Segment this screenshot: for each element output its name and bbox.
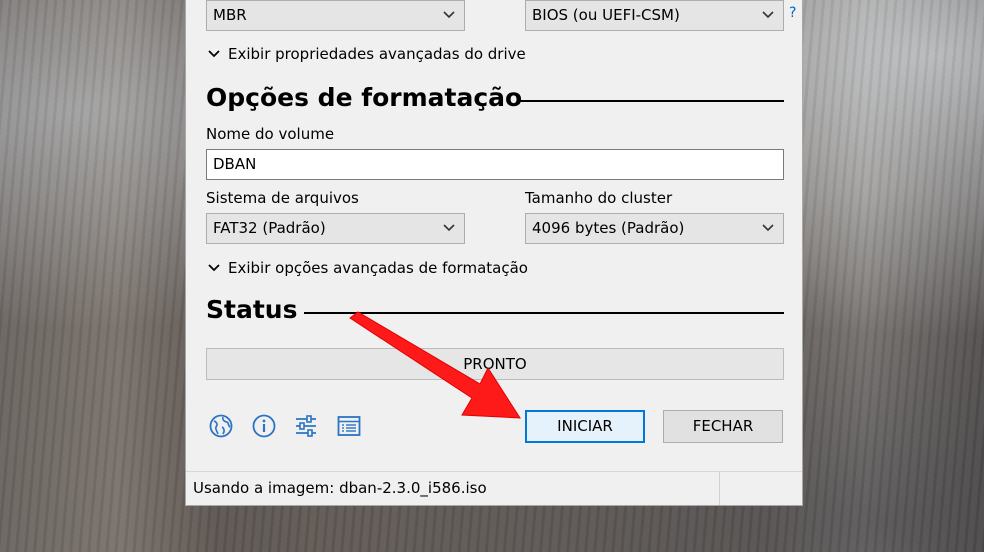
section-divider <box>520 100 784 102</box>
target-system-select[interactable]: BIOS (ou UEFI-CSM) <box>525 0 784 31</box>
help-link[interactable]: ? <box>789 5 796 21</box>
partition-scheme-select[interactable]: MBR <box>206 0 465 31</box>
chevron-down-icon <box>762 11 774 19</box>
advanced-format-label: Exibir opções avançadas de formatação <box>228 259 528 277</box>
filesystem-select[interactable]: FAT32 (Padrão) <box>206 213 465 244</box>
chevron-down-icon <box>208 50 220 58</box>
advanced-drive-toggle[interactable]: Exibir propriedades avançadas do drive <box>208 45 526 63</box>
chevron-down-icon <box>208 264 220 272</box>
cluster-size-select[interactable]: 4096 bytes (Padrão) <box>525 213 784 244</box>
target-system-value: BIOS (ou UEFI-CSM) <box>532 6 680 24</box>
status-bar: Usando a imagem: dban-2.3.0_i586.iso <box>186 471 802 505</box>
cluster-size-value: 4096 bytes (Padrão) <box>532 219 685 237</box>
partition-scheme-value: MBR <box>213 6 247 24</box>
filesystem-value: FAT32 (Padrão) <box>213 219 326 237</box>
chevron-down-icon <box>443 11 455 19</box>
advanced-drive-label: Exibir propriedades avançadas do drive <box>228 45 526 63</box>
settings-sliders-icon[interactable] <box>293 413 319 439</box>
log-icon[interactable] <box>336 413 362 439</box>
status-bar-separator <box>719 472 720 505</box>
format-section-title: Opções de formatação <box>206 83 523 112</box>
filesystem-caption: Sistema de arquivos <box>206 189 359 207</box>
volume-label-value: DBAN <box>213 155 257 173</box>
section-divider <box>304 312 784 314</box>
chevron-down-icon <box>443 224 455 232</box>
rufus-window: MBR BIOS (ou UEFI-CSM) ? Exibir propried… <box>185 0 803 506</box>
advanced-format-toggle[interactable]: Exibir opções avançadas de formatação <box>208 259 528 277</box>
status-bar-text: Usando a imagem: dban-2.3.0_i586.iso <box>193 479 487 497</box>
chevron-down-icon <box>762 224 774 232</box>
cluster-size-caption: Tamanho do cluster <box>525 189 673 207</box>
start-button[interactable]: INICIAR <box>525 410 645 443</box>
globe-icon[interactable] <box>208 413 234 439</box>
volume-label-input[interactable]: DBAN <box>206 149 784 180</box>
close-button[interactable]: FECHAR <box>663 410 783 443</box>
status-section-title: Status <box>206 295 298 324</box>
status-progress-bar: PRONTO <box>206 348 784 380</box>
volume-label-caption: Nome do volume <box>206 125 335 143</box>
info-icon[interactable] <box>251 413 277 439</box>
